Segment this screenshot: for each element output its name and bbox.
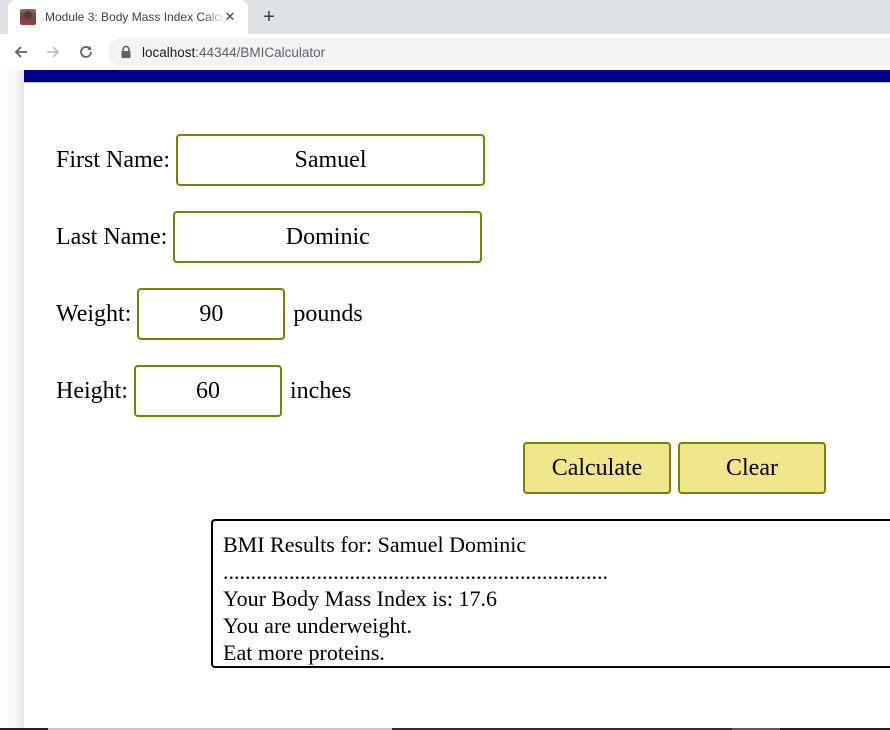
browser-tab[interactable]: Module 3: Body Mass Index Calculator ✕ (8, 0, 248, 34)
calculate-button[interactable]: Calculate (523, 442, 671, 494)
weight-input[interactable] (137, 288, 286, 340)
url-text: localhost:44344/BMICalculator (142, 45, 325, 60)
close-tab-icon[interactable]: ✕ (222, 9, 238, 25)
tab-strip: Module 3: Body Mass Index Calculator ✕ + (0, 0, 890, 34)
forward-button[interactable] (42, 41, 64, 63)
height-row: Height: inches (56, 365, 351, 417)
browser-toolbar: localhost:44344/BMICalculator (0, 34, 890, 70)
last-name-row: Last Name: (56, 211, 483, 263)
bmi-results-panel: BMI Results for: Samuel Dominic ........… (211, 519, 890, 668)
bmi-value-line: Your Body Mass Index is: 17.6 (223, 586, 498, 611)
first-name-row: First Name: (56, 134, 485, 186)
results-separator: ........................................… (223, 559, 608, 584)
reload-button[interactable] (75, 41, 97, 63)
bmi-category-line: You are underweight. (223, 613, 413, 638)
reload-icon (80, 46, 92, 58)
weight-unit: pounds (293, 300, 363, 327)
url-path: /BMICalculator (236, 44, 326, 60)
height-input[interactable] (134, 365, 282, 417)
height-unit: inches (290, 377, 352, 404)
back-button[interactable] (10, 41, 32, 63)
first-name-label: First Name: (56, 146, 170, 173)
first-name-input[interactable] (176, 134, 485, 186)
new-tab-button[interactable]: + (258, 6, 280, 28)
user-photo-icon (20, 9, 36, 25)
lock-icon (121, 45, 131, 58)
clear-button[interactable]: Clear (678, 442, 826, 494)
results-heading: BMI Results for: Samuel Dominic (223, 532, 527, 557)
arrow-left-icon (14, 46, 27, 58)
bmi-advice-line: Eat more proteins. (223, 640, 385, 665)
page-viewport: First Name: Last Name: Weight: pounds He… (0, 70, 890, 728)
address-bar[interactable]: localhost:44344/BMICalculator (108, 38, 890, 66)
tab-title: Module 3: Body Mass Index Calculator (45, 10, 225, 24)
weight-row: Weight: pounds (56, 288, 363, 340)
last-name-label: Last Name: (56, 223, 168, 250)
bmi-calculator-page: First Name: Last Name: Weight: pounds He… (24, 70, 890, 728)
weight-label: Weight: (56, 300, 132, 327)
arrow-right-icon (47, 46, 60, 58)
last-name-input[interactable] (173, 211, 483, 263)
page-gutter (0, 70, 24, 728)
header-bar (24, 70, 890, 83)
url-port: :44344 (195, 44, 237, 60)
url-host: localhost (142, 44, 196, 60)
height-label: Height: (56, 377, 128, 404)
